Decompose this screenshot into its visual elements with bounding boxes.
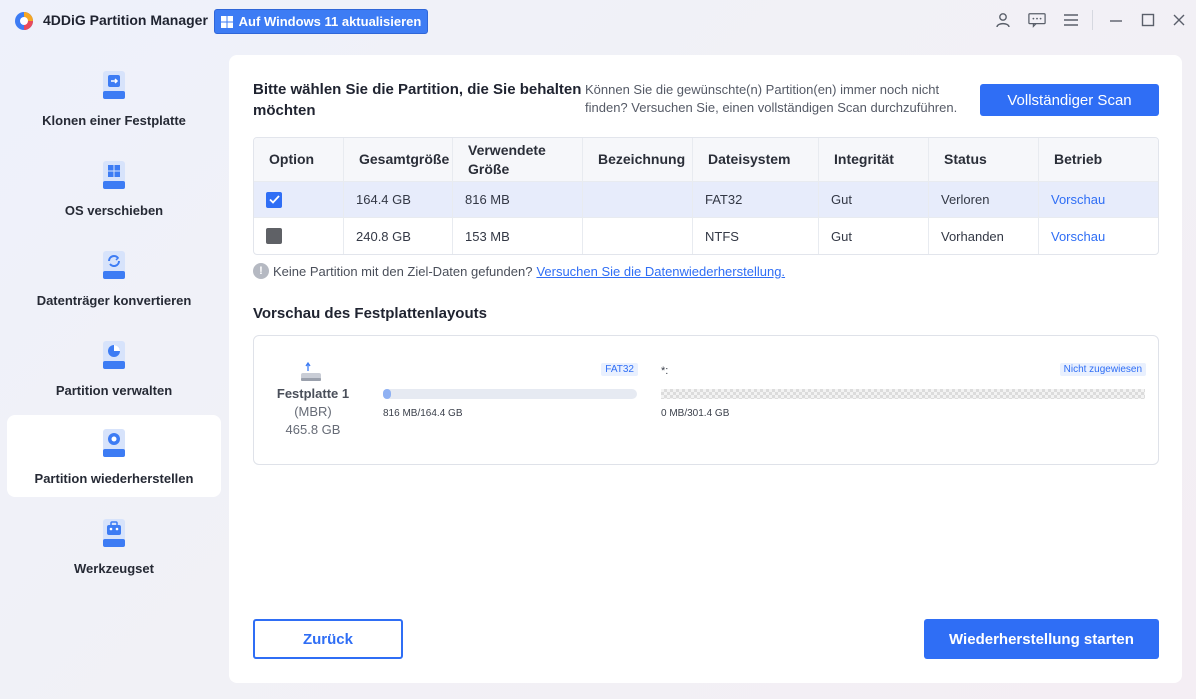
sidebar-item-label: Klonen einer Festplatte [42,113,186,128]
feedback-icon[interactable] [1028,11,1046,29]
option-cell [254,218,344,254]
upgrade-windows11-button[interactable]: Auf Windows 11 aktualisieren [214,9,428,34]
disk-size: 465.8 GB [285,422,341,437]
sidebar-item-recover-partition[interactable]: Partition wiederherstellen [7,415,221,497]
title-bar-divider [1092,10,1093,30]
preview-link[interactable]: Vorschau [1051,192,1105,207]
partition-table: Option Gesamtgröße Verwendete Größe Beze… [253,137,1159,255]
menu-icon[interactable] [1062,11,1080,29]
notice: ! Keine Partition mit den Ziel-Daten gef… [253,263,785,279]
clone-disk-icon [103,71,125,99]
action-cell: Vorschau [1039,218,1158,254]
app-title: 4DDiG Partition Manager [43,12,208,28]
disk-name: Festplatte 1 [276,386,350,401]
minimize-icon[interactable] [1107,11,1125,29]
unallocated-tag: Nicht zugewiesen [1059,363,1146,376]
total-size-cell: 240.8 GB [344,218,453,254]
user-icon[interactable] [994,11,1012,29]
status-cell: Verloren [929,182,1039,217]
app-logo-icon [15,12,33,30]
sidebar-item-label: Partition verwalten [55,383,173,398]
column-header: Dateisystem [693,138,819,181]
close-icon[interactable] [1170,11,1188,29]
maximize-icon[interactable] [1139,11,1157,29]
windows-icon [220,15,233,28]
main-panel: Bitte wählen Sie die Partition, die Sie … [229,55,1182,683]
label-cell [583,218,693,254]
usb-disk-icon [301,361,321,381]
sidebar-item-convert-disk[interactable]: Datenträger konvertieren [7,237,221,319]
unallocated-bar[interactable] [661,389,1145,399]
filesystem-cell: FAT32 [693,182,819,217]
sidebar-item-manage-partition[interactable]: Partition verwalten [7,327,221,409]
column-header: Status [929,138,1039,181]
option-cell [254,182,344,217]
filesystem-cell: NTFS [693,218,819,254]
scan-hint: Können Sie die gewünschte(n) Partition(e… [585,82,958,115]
table-row[interactable]: 164.4 GB 816 MB FAT32 Gut Verloren Vorsc… [254,182,1158,218]
partition-usage-text: 816 MB/164.4 GB [383,408,463,419]
sidebar: Klonen einer Festplatte OS verschieben D… [0,42,228,699]
title-bar: 4DDiG Partition Manager Auf Windows 11 a… [0,0,1196,42]
sidebar-item-label: Partition wiederherstellen [34,471,194,486]
full-scan-button[interactable]: Vollständiger Scan [980,84,1159,116]
action-cell: Vorschau [1039,182,1158,217]
total-size-cell: 164.4 GB [344,182,453,217]
used-size-cell: 816 MB [453,182,583,217]
pie-chart-icon [103,341,125,369]
used-size-cell: 153 MB [453,218,583,254]
label-cell [583,182,693,217]
table-row[interactable]: 240.8 GB 153 MB NTFS Gut Vorhanden Vorsc… [254,218,1158,254]
partition-usage-bar[interactable] [383,389,637,399]
table-header: Option Gesamtgröße Verwendete Größe Beze… [254,138,1158,182]
column-header: Bezeichnung [583,138,693,181]
data-recovery-link[interactable]: Versuchen Sie die Datenwiederherstellung… [536,264,785,279]
sidebar-item-label: Werkzeugset [74,561,154,576]
upgrade-label: Auf Windows 11 aktualisieren [238,14,422,29]
partition-usage-fill [383,389,391,399]
column-header: Integrität [819,138,929,181]
disk-layout-preview: Festplatte 1 (MBR) 465.8 GB FAT32 816 MB… [253,335,1159,465]
sidebar-item-label: Datenträger konvertieren [36,293,192,308]
checkmark-icon [268,195,280,204]
partition-drive-label: *: [661,365,669,377]
row-checkbox[interactable] [266,228,282,244]
toolbox-icon [103,519,125,547]
column-header: Betrieb [1054,151,1103,167]
unallocated-usage-text: 0 MB/301.4 GB [661,408,730,419]
integrity-cell: Gut [819,218,929,254]
back-button[interactable]: Zurück [253,619,403,659]
partition-fs-tag: FAT32 [601,363,638,376]
start-recovery-button[interactable]: Wiederherstellung starten [924,619,1159,659]
column-header: Verwendete Größe [453,138,583,181]
column-header: Gesamtgröße [344,138,453,181]
layout-preview-title: Vorschau des Festplattenlayouts [253,305,487,322]
windows-os-icon [103,161,125,189]
status-cell: Vorhanden [929,218,1039,254]
info-icon: ! [253,263,269,279]
recover-partition-icon [103,429,125,457]
sidebar-item-toolbox[interactable]: Werkzeugset [7,505,221,587]
row-checkbox[interactable] [266,191,282,208]
preview-link[interactable]: Vorschau [1051,229,1105,244]
column-header: Option [254,138,344,181]
convert-disk-icon [103,251,125,279]
integrity-cell: Gut [819,182,929,217]
disk-type: (MBR) [294,404,332,419]
notice-text: Keine Partition mit den Ziel-Daten gefun… [273,263,533,279]
sidebar-item-clone-disk[interactable]: Klonen einer Festplatte [7,57,221,139]
page-title: Bitte wählen Sie die Partition, die Sie … [253,81,582,119]
sidebar-item-move-os[interactable]: OS verschieben [7,147,221,229]
sidebar-item-label: OS verschieben [64,203,164,218]
